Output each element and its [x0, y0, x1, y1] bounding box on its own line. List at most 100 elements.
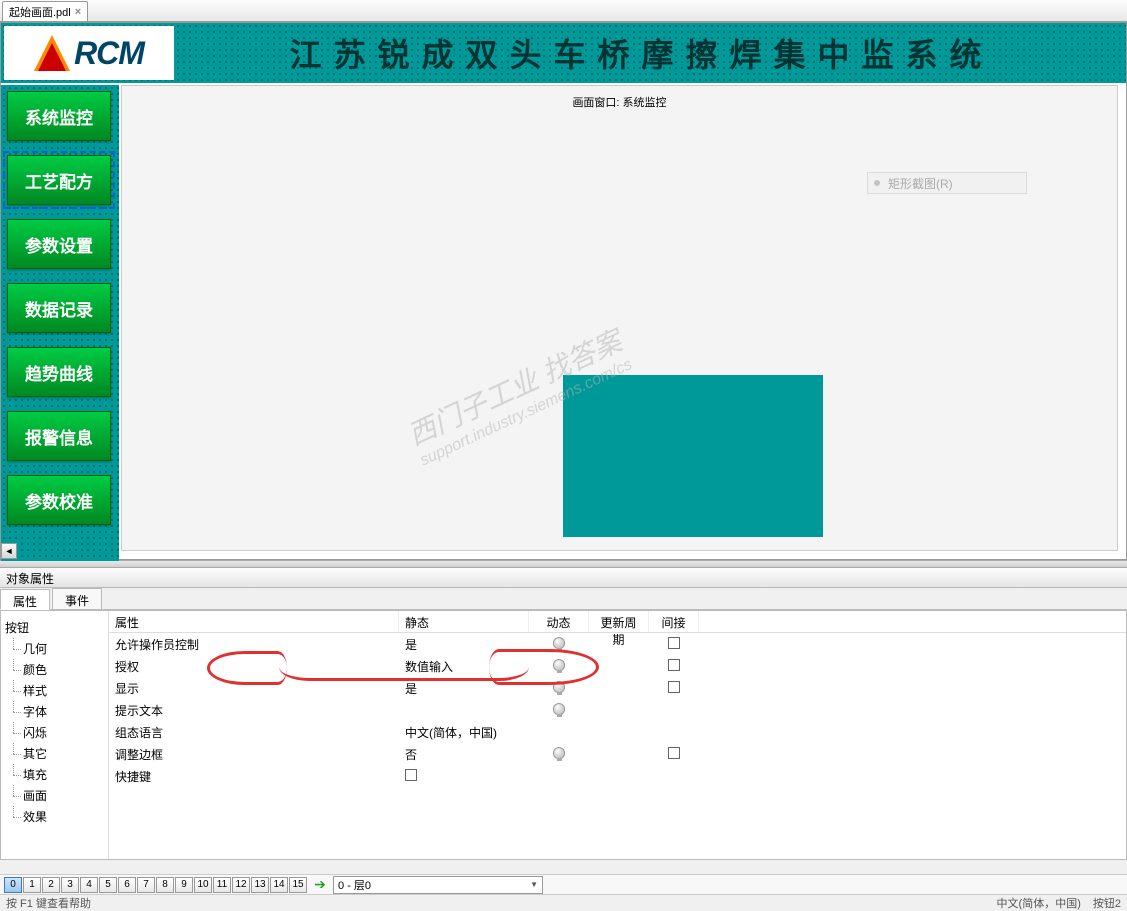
- tree-item[interactable]: 填充: [5, 764, 104, 785]
- ghost-context-menu: 矩形截图(R): [867, 172, 1027, 194]
- arrow-right-icon[interactable]: ➔: [312, 877, 328, 893]
- property-row[interactable]: 快捷键: [109, 765, 1126, 787]
- prop-name: 提示文本: [109, 702, 399, 719]
- props-title: 对象属性: [0, 568, 1127, 588]
- tree-item[interactable]: 效果: [5, 806, 104, 827]
- prop-dynamic[interactable]: [529, 637, 589, 652]
- tree-root[interactable]: 按钮: [5, 617, 104, 638]
- layer-button[interactable]: 5: [99, 877, 117, 893]
- design-canvas-outer: RCM 江苏锐成双头车桥摩擦焊集中监系统 系统监控 工艺配方 参数设置 数据记录…: [0, 22, 1127, 560]
- layer-button[interactable]: 11: [213, 877, 231, 893]
- col-dynamic[interactable]: 动态: [529, 611, 589, 632]
- splitter[interactable]: [0, 560, 1127, 568]
- logo-box: RCM: [4, 26, 174, 80]
- grid-header: 属性 静态 动态 更新周期 间接: [109, 611, 1126, 633]
- file-tab-bar: 起始画面.pdl ×: [0, 0, 1127, 22]
- col-indirect[interactable]: 间接: [649, 611, 699, 632]
- layers-bar: 0123456789101112131415 ➔ 0 - 层0 ▼: [0, 874, 1127, 894]
- checkbox-icon[interactable]: [668, 637, 680, 649]
- selected-rectangle-object[interactable]: [564, 376, 822, 536]
- nav-btn-recipe[interactable]: 工艺配方: [7, 155, 111, 205]
- layer-button[interactable]: 15: [289, 877, 307, 893]
- prop-dynamic[interactable]: [529, 747, 589, 762]
- prop-indirect[interactable]: [649, 637, 699, 652]
- bulb-icon[interactable]: [553, 747, 565, 759]
- props-body: 按钮 几何 颜色 样式 字体 闪烁 其它 填充 画面 效果 属性 静态 动态 更…: [0, 610, 1127, 860]
- tree-item[interactable]: 颜色: [5, 659, 104, 680]
- prop-static[interactable]: 中文(简体，中国): [399, 724, 529, 741]
- col-update[interactable]: 更新周期: [589, 611, 649, 632]
- nav-btn-trend[interactable]: 趋势曲线: [7, 347, 111, 397]
- bulb-icon[interactable]: [553, 637, 565, 649]
- checkbox-icon[interactable]: [668, 747, 680, 759]
- prop-static[interactable]: 是: [399, 680, 529, 697]
- tree-item[interactable]: 闪烁: [5, 722, 104, 743]
- bulb-icon[interactable]: [553, 659, 565, 671]
- prop-dynamic[interactable]: [529, 681, 589, 696]
- prop-indirect[interactable]: [649, 747, 699, 762]
- tree-item[interactable]: 字体: [5, 701, 104, 722]
- prop-static[interactable]: 否: [399, 746, 529, 763]
- checkbox-icon[interactable]: [668, 681, 680, 693]
- col-static[interactable]: 静态: [399, 611, 529, 632]
- layer-button[interactable]: 13: [251, 877, 269, 893]
- nav-btn-records[interactable]: 数据记录: [7, 283, 111, 333]
- close-icon[interactable]: ×: [75, 6, 81, 18]
- tree-item[interactable]: 其它: [5, 743, 104, 764]
- layer-button[interactable]: 14: [270, 877, 288, 893]
- layer-button[interactable]: 0: [4, 877, 22, 893]
- nav-btn-alarm[interactable]: 报警信息: [7, 411, 111, 461]
- layer-button[interactable]: 10: [194, 877, 212, 893]
- nav-btn-calib[interactable]: 参数校准: [7, 475, 111, 525]
- property-row[interactable]: 提示文本: [109, 699, 1126, 721]
- layer-button[interactable]: 8: [156, 877, 174, 893]
- tab-properties[interactable]: 属性: [0, 589, 50, 610]
- prop-indirect[interactable]: [649, 659, 699, 674]
- tree-item[interactable]: 几何: [5, 638, 104, 659]
- scroll-left-icon[interactable]: ◄: [1, 543, 17, 559]
- prop-dynamic[interactable]: [529, 659, 589, 674]
- prop-dynamic[interactable]: [529, 703, 589, 718]
- canvas-title: 画面窗口: 系统监控: [572, 94, 666, 110]
- layer-button[interactable]: 4: [80, 877, 98, 893]
- layer-button[interactable]: 6: [118, 877, 136, 893]
- chevron-down-icon: ▼: [530, 880, 538, 889]
- prop-static[interactable]: 数值输入: [399, 658, 529, 675]
- status-bar: 按 F1 键查看帮助 中文(简体，中国) 按钮2: [0, 894, 1127, 910]
- layer-button[interactable]: 9: [175, 877, 193, 893]
- layer-button[interactable]: 1: [23, 877, 41, 893]
- property-row[interactable]: 调整边框否: [109, 743, 1126, 765]
- tab-events[interactable]: 事件: [52, 588, 102, 609]
- nav-btn-monitor[interactable]: 系统监控: [7, 91, 111, 141]
- layer-button[interactable]: 3: [61, 877, 79, 893]
- col-property[interactable]: 属性: [109, 611, 399, 632]
- property-row[interactable]: 授权数值输入: [109, 655, 1126, 677]
- canvas-area[interactable]: 画面窗口: 系统监控 矩形截图(R) 西门子工业 找答案 support.ind…: [121, 85, 1118, 551]
- checkbox-icon[interactable]: [405, 769, 417, 781]
- bulb-icon[interactable]: [553, 703, 565, 715]
- logo-icon: [34, 35, 70, 71]
- nav-btn-params[interactable]: 参数设置: [7, 219, 111, 269]
- props-tabs: 属性 事件: [0, 588, 1127, 610]
- prop-name: 组态语言: [109, 724, 399, 741]
- checkbox-icon[interactable]: [668, 659, 680, 671]
- file-tab[interactable]: 起始画面.pdl ×: [2, 1, 88, 21]
- prop-static[interactable]: [399, 769, 529, 784]
- header-title: 江苏锐成双头车桥摩擦焊集中监系统: [177, 30, 1126, 76]
- layer-button[interactable]: 2: [42, 877, 60, 893]
- layer-button[interactable]: 12: [232, 877, 250, 893]
- layer-combo[interactable]: 0 - 层0 ▼: [333, 876, 543, 894]
- property-row[interactable]: 组态语言中文(简体，中国): [109, 721, 1126, 743]
- tree-item[interactable]: 样式: [5, 680, 104, 701]
- prop-name: 允许操作员控制: [109, 636, 399, 653]
- tree-item[interactable]: 画面: [5, 785, 104, 806]
- prop-static[interactable]: 是: [399, 636, 529, 653]
- nav-sidebar: 系统监控 工艺配方 参数设置 数据记录 趋势曲线 报警信息 参数校准: [1, 85, 119, 561]
- layer-button[interactable]: 7: [137, 877, 155, 893]
- property-row[interactable]: 显示是: [109, 677, 1126, 699]
- layer-combo-value: 0 - 层0: [338, 877, 371, 893]
- file-tab-name: 起始画面.pdl: [9, 4, 71, 20]
- prop-name: 调整边框: [109, 746, 399, 763]
- bulb-icon[interactable]: [553, 681, 565, 693]
- prop-indirect[interactable]: [649, 681, 699, 696]
